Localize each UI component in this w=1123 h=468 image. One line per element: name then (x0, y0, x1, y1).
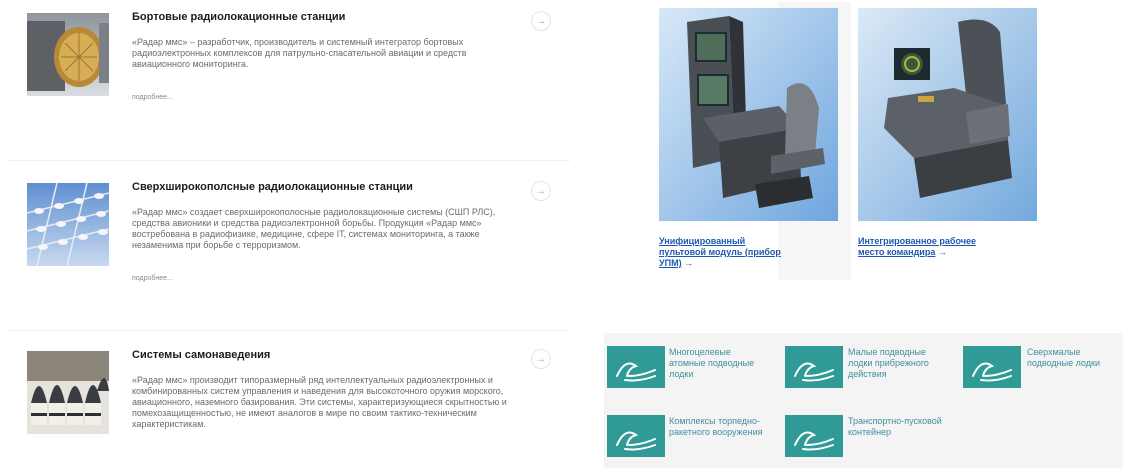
uwb-antenna-image[interactable] (27, 183, 109, 266)
wave-logo-icon[interactable] (785, 415, 843, 457)
tile-label-launch-container[interactable]: Транспортно-пусковой контейнер (848, 416, 942, 438)
divider (8, 160, 570, 161)
arrow-right-icon[interactable]: → (531, 181, 551, 201)
item-description: «Радар ммс» – разработчик, производитель… (132, 37, 467, 69)
tile-label-line: ракетного вооружения (669, 427, 763, 437)
card-link-console-module[interactable]: Унифицированный пультовой модуль (прибор… (659, 236, 781, 269)
wave-logo-icon[interactable] (607, 346, 665, 388)
card-link-line: место командира (858, 247, 936, 257)
more-link[interactable]: подробнее... (132, 94, 173, 101)
arrow-right-icon: → (937, 247, 947, 257)
arrow-right-icon[interactable]: → (531, 349, 551, 369)
radar-antenna-image[interactable] (27, 13, 109, 96)
card-link-line: пультовой модуль (прибор (659, 247, 781, 257)
tile-label-line: Малые подводные (848, 347, 926, 357)
tile-label-line: подводные лодки (1027, 358, 1100, 368)
arrow-right-icon[interactable]: → (531, 11, 551, 31)
commander-seat-image[interactable] (858, 8, 1037, 221)
item-description: «Радар ммс» производит типоразмерный ряд… (132, 375, 507, 429)
tile-label-line: Транспортно-пусковой (848, 416, 942, 426)
wave-logo-icon[interactable] (785, 346, 843, 388)
item-title-homing-systems[interactable]: Системы самонаведения (132, 349, 270, 361)
tile-label-line: лодки (669, 369, 694, 379)
card-link-line: Интегрированное рабочее (858, 236, 976, 246)
item-description: «Радар ммс» создает сверхширокополосные … (132, 207, 496, 250)
tile-label-line: контейнер (848, 427, 892, 437)
tile-label-line: лодки прибрежного (848, 358, 929, 368)
card-link-commander-seat[interactable]: Интегрированное рабочее место командира … (858, 236, 976, 258)
tile-label-small-coastal-subs[interactable]: Малые подводные лодки прибрежного действ… (848, 347, 929, 380)
tile-label-line: атомные подводные (669, 358, 755, 368)
card-link-line: Унифицированный (659, 236, 746, 246)
wave-logo-icon[interactable] (607, 415, 665, 457)
tile-label-line: Комплексы торпедно- (669, 416, 761, 426)
seeker-heads-image[interactable] (27, 351, 109, 434)
divider (8, 330, 570, 331)
card-link-line: УПМ) (659, 258, 682, 268)
more-link[interactable]: подробнее... (132, 275, 173, 282)
tile-label-multipurpose-nuclear-subs[interactable]: Многоцелевые атомные подводные лодки (669, 347, 754, 380)
tile-label-line: Многоцелевые (669, 347, 731, 357)
console-module-image[interactable] (659, 8, 838, 221)
tile-label-line: действия (848, 369, 887, 379)
wave-logo-icon[interactable] (963, 346, 1021, 388)
tile-label-torpedo-missile-systems[interactable]: Комплексы торпедно- ракетного вооружения (669, 416, 763, 438)
arrow-right-icon: → (684, 258, 694, 268)
tile-label-ultra-small-subs[interactable]: Сверхмалые подводные лодки (1027, 347, 1100, 369)
item-title-uwb-radar[interactable]: Сверхширокополсные радиолокационные стан… (132, 181, 413, 193)
tile-label-line: Сверхмалые (1027, 347, 1081, 357)
item-title-onboard-radar[interactable]: Бортовые радиолокационные станции (132, 11, 345, 23)
